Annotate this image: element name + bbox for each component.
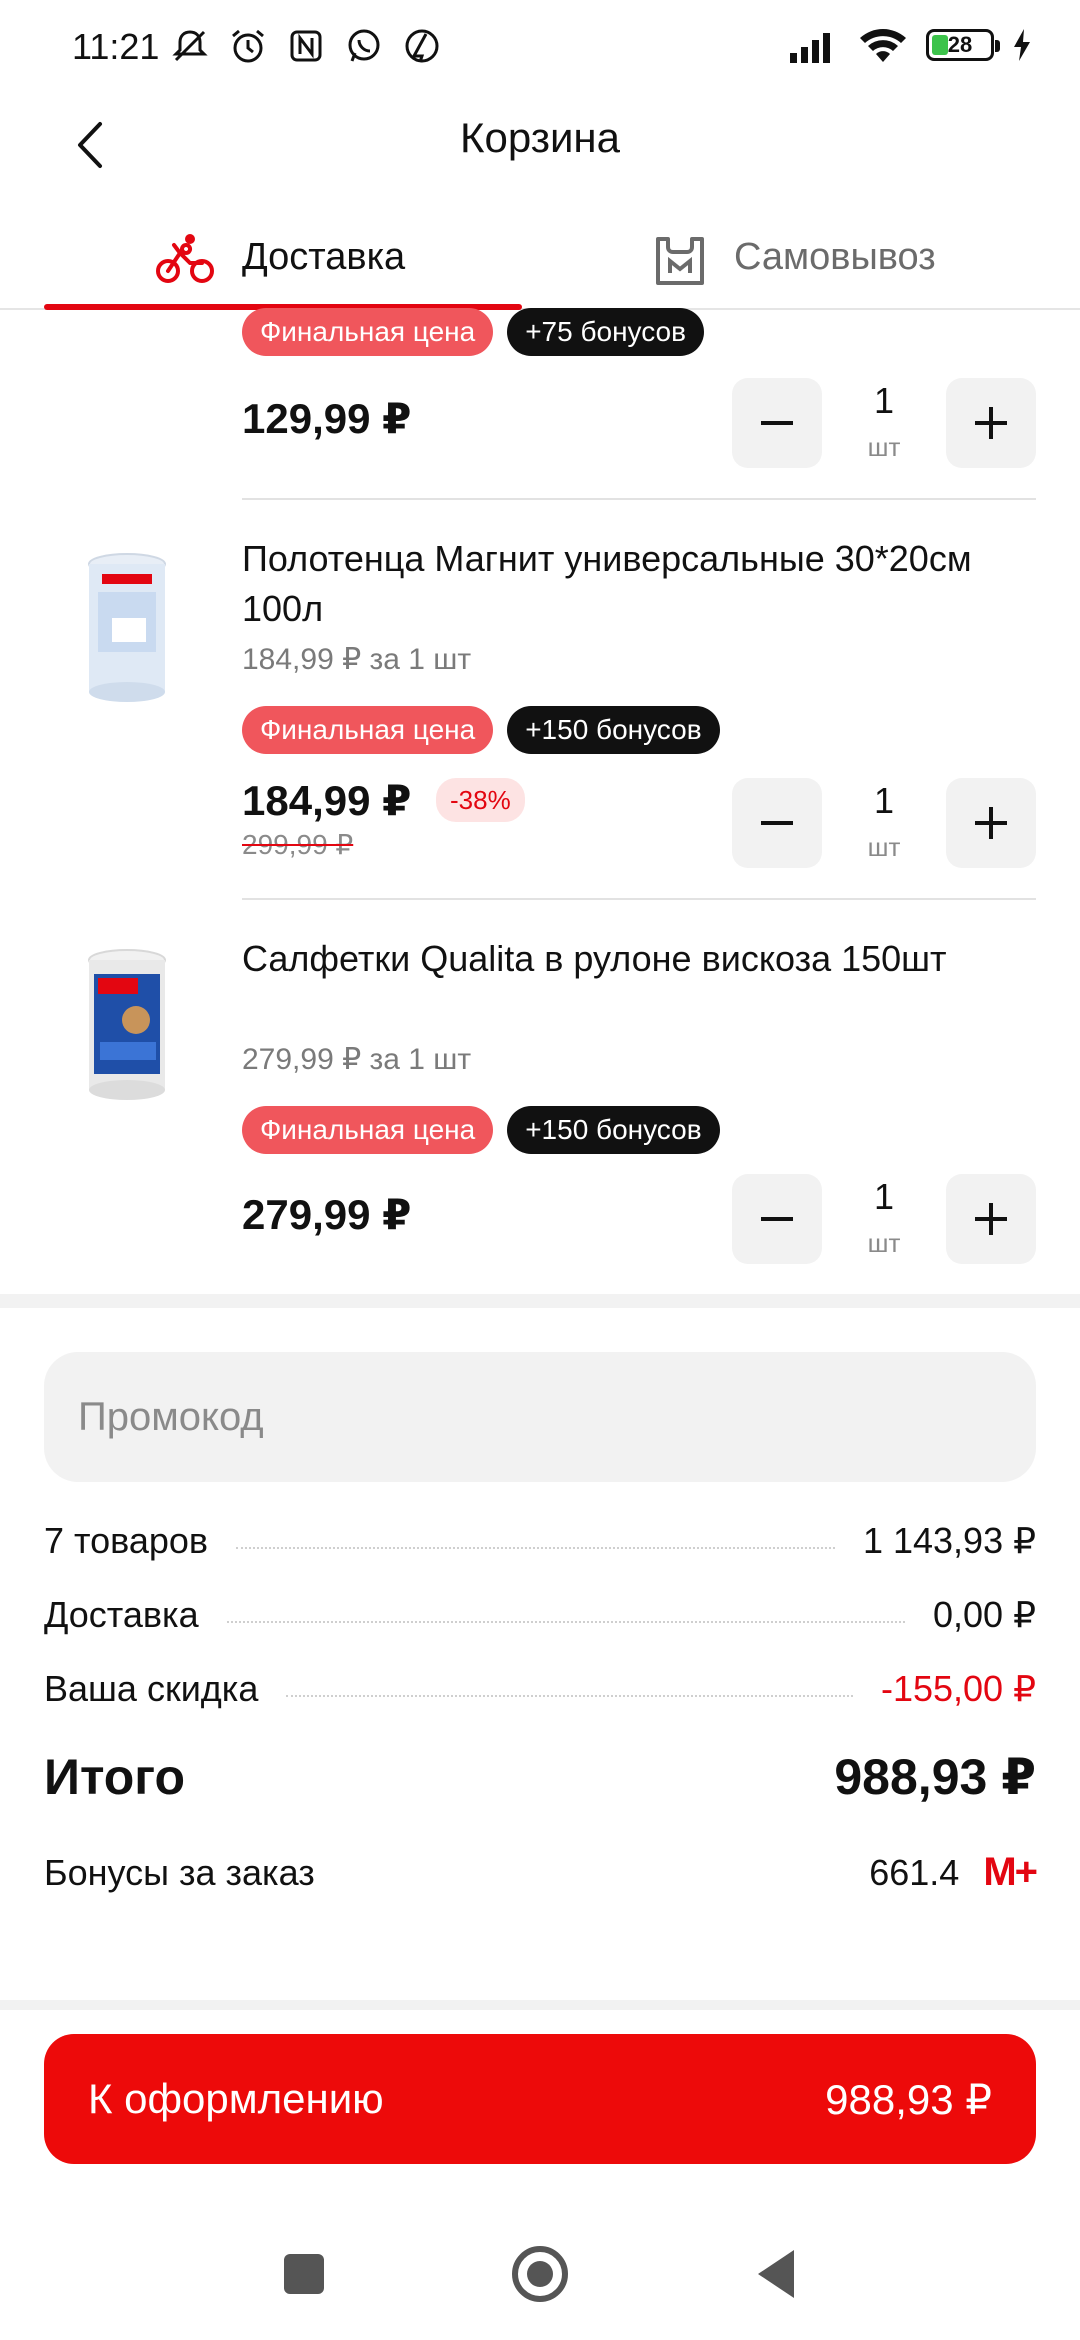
decrease-quantity-button[interactable] bbox=[732, 778, 822, 868]
quantity-unit: шт bbox=[867, 1228, 901, 1258]
header: Корзина bbox=[0, 100, 1080, 220]
quantity-value: 1 bbox=[873, 1176, 895, 1217]
delivery-tabs: Доставка Самовывоз bbox=[0, 205, 1080, 310]
product-name[interactable]: Полотенца Магнит универсальные 30*20см 1… bbox=[242, 534, 1042, 634]
summary-delivery-label: Доставка bbox=[44, 1594, 199, 1635]
final-price-badge: Финальная цена bbox=[242, 706, 494, 754]
app-icon bbox=[405, 29, 439, 63]
minus-icon bbox=[761, 821, 793, 825]
recent-apps-button[interactable] bbox=[284, 2254, 324, 2294]
summary-discount-value: -155,00 ₽ bbox=[880, 1668, 1036, 1709]
tab-pickup[interactable]: Самовывоз bbox=[654, 205, 936, 310]
item-price: 184,99 ₽ bbox=[242, 777, 412, 824]
napkin-roll-image bbox=[88, 949, 166, 1100]
bonus-badge: +150 бонусов bbox=[507, 706, 720, 754]
total-label: Итого bbox=[44, 1749, 186, 1805]
final-price-badge: Финальная цена bbox=[242, 308, 494, 356]
status-bar: 11:21 28 bbox=[0, 0, 1080, 100]
product-name[interactable]: Салфетки Qualita в рулоне вискоза 150шт bbox=[242, 934, 1042, 984]
mute-icon bbox=[172, 30, 208, 62]
checkout-amount: 988,93 ₽ bbox=[825, 2075, 992, 2123]
summary-discount-label: Ваша скидка bbox=[44, 1668, 259, 1709]
tab-delivery[interactable]: Доставка bbox=[156, 205, 405, 310]
section-divider bbox=[0, 1294, 1080, 1308]
dotted-leader bbox=[226, 1621, 906, 1623]
product-image[interactable] bbox=[72, 946, 182, 1106]
item-divider bbox=[242, 498, 1036, 500]
quantity-unit: шт bbox=[867, 432, 901, 462]
summary-items-row: 7 товаров 1 143,93 ₽ bbox=[44, 1516, 1036, 1566]
page-title: Корзина bbox=[460, 114, 620, 161]
product-image[interactable] bbox=[72, 548, 182, 708]
bonus-badge: +75 бонусов bbox=[507, 308, 704, 356]
bonus-badge: +150 бонусов bbox=[507, 1106, 720, 1154]
section-divider bbox=[0, 2000, 1080, 2010]
battery-icon: 28 bbox=[926, 29, 1000, 61]
bicycle-icon bbox=[156, 233, 214, 283]
plus-icon bbox=[975, 807, 1007, 839]
alarm-icon bbox=[232, 29, 264, 63]
quantity-stepper: 1 шт bbox=[732, 1174, 1036, 1264]
item-price: 129,99 ₽ bbox=[242, 395, 412, 442]
bonus-label: Бонусы за заказ bbox=[44, 1851, 315, 1893]
checkout-label: К оформлению bbox=[88, 2075, 384, 2122]
increase-quantity-button[interactable] bbox=[946, 378, 1036, 468]
home-button[interactable] bbox=[512, 2246, 568, 2302]
summary-delivery-row: Доставка 0,00 ₽ bbox=[44, 1590, 1036, 1640]
plus-icon bbox=[975, 1203, 1007, 1235]
item-divider bbox=[242, 898, 1036, 900]
bag-icon bbox=[656, 236, 704, 285]
nfc-icon bbox=[290, 30, 322, 62]
quantity-unit: шт bbox=[867, 832, 901, 862]
quantity-value: 1 bbox=[873, 780, 895, 821]
status-time: 11:21 bbox=[72, 26, 160, 67]
decrease-quantity-button[interactable] bbox=[732, 378, 822, 468]
plus-icon bbox=[975, 407, 1007, 439]
promo-code-input[interactable]: Промокод bbox=[44, 1352, 1036, 1482]
final-price-badge: Финальная цена bbox=[242, 1106, 494, 1154]
system-back-button[interactable] bbox=[758, 2250, 794, 2298]
m-plus-logo: M+ bbox=[983, 1850, 1038, 1894]
minus-icon bbox=[761, 1217, 793, 1221]
item-price: 279,99 ₽ bbox=[242, 1191, 412, 1238]
increase-quantity-button[interactable] bbox=[946, 1174, 1036, 1264]
unit-price: 184,99 ₽ за 1 шт bbox=[242, 643, 472, 676]
quantity-value: 1 bbox=[873, 380, 895, 421]
old-price: 299,99 ₽ bbox=[242, 829, 354, 860]
summary-items-label: 7 товаров bbox=[44, 1520, 209, 1561]
charging-icon bbox=[1014, 29, 1030, 61]
total-value: 988,93 ₽ bbox=[834, 1749, 1036, 1805]
quantity-stepper: 1 шт bbox=[732, 778, 1036, 868]
signal-icon bbox=[790, 33, 830, 63]
bonus-value: 661.4 bbox=[869, 1851, 960, 1893]
tab-delivery-label: Доставка bbox=[242, 236, 406, 278]
decrease-quantity-button[interactable] bbox=[732, 1174, 822, 1264]
dotted-leader bbox=[236, 1547, 835, 1549]
summary-delivery-value: 0,00 ₽ bbox=[933, 1594, 1036, 1635]
summary-discount-row: Ваша скидка -155,00 ₽ bbox=[44, 1664, 1036, 1714]
tab-pickup-label: Самовывоз bbox=[734, 236, 936, 278]
checkout-button[interactable]: К оформлению 988,93 ₽ bbox=[44, 2034, 1036, 2164]
bonus-row: Бонусы за заказ 661.4 M+ bbox=[44, 1850, 1038, 1895]
discount-badge: -38% bbox=[436, 778, 525, 822]
dotted-leader bbox=[286, 1695, 853, 1697]
quantity-stepper: 1 шт bbox=[732, 378, 1036, 468]
paper-towel-image bbox=[88, 553, 166, 702]
system-nav-bar bbox=[0, 2200, 1080, 2340]
total-row: Итого 988,93 ₽ bbox=[44, 1748, 1036, 1806]
whatsapp-icon bbox=[348, 29, 380, 62]
increase-quantity-button[interactable] bbox=[946, 778, 1036, 868]
wifi-icon bbox=[860, 29, 906, 62]
minus-icon bbox=[761, 421, 793, 425]
summary-items-value: 1 143,93 ₽ bbox=[862, 1520, 1036, 1561]
unit-price: 279,99 ₽ за 1 шт bbox=[242, 1043, 472, 1076]
